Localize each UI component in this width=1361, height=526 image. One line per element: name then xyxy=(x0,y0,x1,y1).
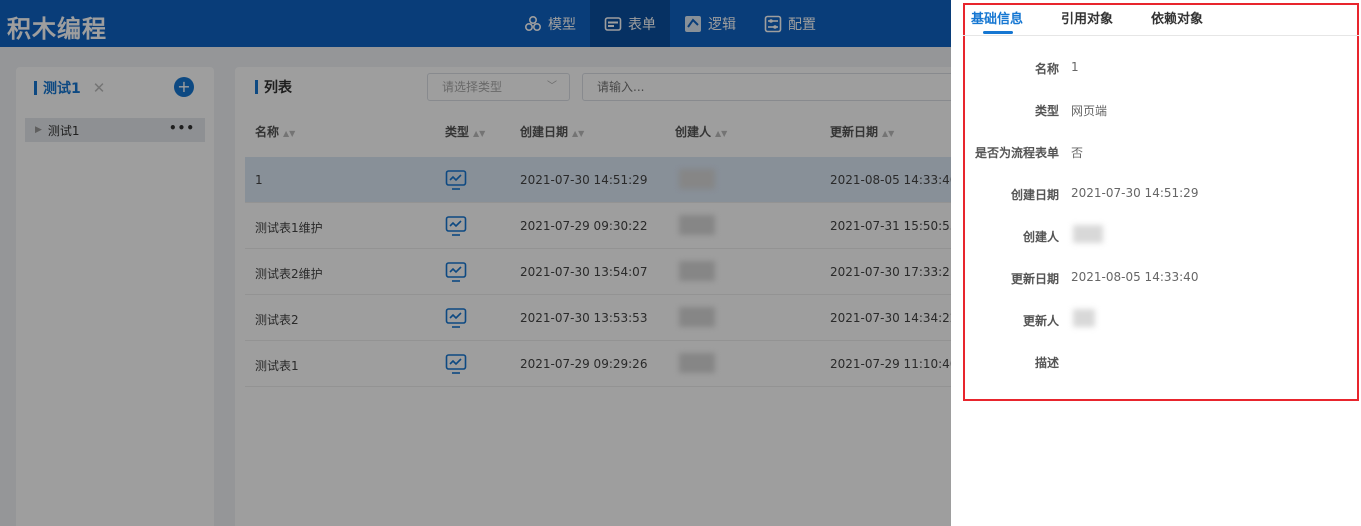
detail-drawer: 基础信息 引用对象 依赖对象 名称 1 类型 网页端 是否为流程表单 否 创建日… xyxy=(951,0,1361,526)
field-value: 1 xyxy=(1071,60,1079,74)
info-row-updated: 更新日期 2021-08-05 14:33:40 xyxy=(965,266,1355,308)
field-label: 名称 xyxy=(1034,62,1059,76)
tab-referenced-objects[interactable]: 引用对象 xyxy=(1061,8,1113,27)
basic-info-form: 名称 1 类型 网页端 是否为流程表单 否 创建日期 2021-07-30 14… xyxy=(965,56,1355,392)
field-label: 创建人 xyxy=(1022,230,1059,244)
field-value-redacted xyxy=(1073,225,1103,243)
drawer-mask[interactable] xyxy=(0,0,951,526)
drawer-tabs: 基础信息 引用对象 依赖对象 xyxy=(971,8,1203,34)
field-value: 2021-08-05 14:33:40 xyxy=(1071,270,1199,284)
field-label: 是否为流程表单 xyxy=(974,146,1059,160)
tab-divider xyxy=(963,35,1359,36)
field-label: 创建日期 xyxy=(1010,188,1059,202)
field-value: 网页端 xyxy=(1071,104,1108,118)
field-value-redacted xyxy=(1073,309,1095,327)
field-label: 更新日期 xyxy=(1010,272,1059,286)
field-label: 更新人 xyxy=(1022,314,1059,328)
info-row-is-workflow: 是否为流程表单 否 xyxy=(965,140,1355,182)
field-label: 描述 xyxy=(1034,356,1059,370)
field-label: 类型 xyxy=(1034,104,1059,118)
info-row-creator: 创建人 xyxy=(965,224,1355,266)
info-row-name: 名称 1 xyxy=(965,56,1355,98)
tab-dependent-objects[interactable]: 依赖对象 xyxy=(1151,8,1203,27)
info-row-description: 描述 xyxy=(965,350,1355,392)
info-row-type: 类型 网页端 xyxy=(965,98,1355,140)
info-row-updater: 更新人 xyxy=(965,308,1355,350)
info-row-created: 创建日期 2021-07-30 14:51:29 xyxy=(965,182,1355,224)
field-value: 否 xyxy=(1071,146,1084,160)
field-value: 2021-07-30 14:51:29 xyxy=(1071,186,1199,200)
tab-basic-info[interactable]: 基础信息 xyxy=(971,8,1023,34)
